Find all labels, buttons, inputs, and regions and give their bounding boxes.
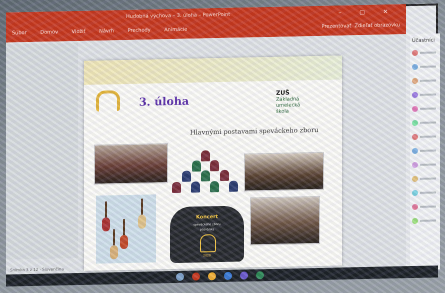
present-button[interactable]: Prezentovať bbox=[322, 23, 352, 30]
poster-title: Koncert bbox=[196, 214, 218, 221]
guitar-icon bbox=[120, 234, 128, 250]
participants-title: Účastníci bbox=[412, 37, 435, 45]
monitor: Hudobná výchova – 3. úloha – PowerPoint … bbox=[6, 3, 440, 287]
photo-of-screen: Hudobná výchova – 3. úloha – PowerPoint … bbox=[0, 0, 445, 293]
taskbar-app-icon[interactable] bbox=[224, 271, 232, 280]
tab-animations[interactable]: Animácie bbox=[164, 27, 187, 33]
school-logo: ZUŠ Základná umelecká škola bbox=[276, 90, 324, 115]
participant-avatar-icon[interactable] bbox=[412, 91, 418, 99]
slide-header-band bbox=[84, 55, 342, 85]
present-buttons: Prezentovať Zdieľať obrazovku bbox=[322, 22, 400, 30]
window-controls[interactable]: – ▢ ✕ bbox=[338, 8, 396, 16]
taskbar-app-icon[interactable] bbox=[208, 272, 216, 281]
participant-avatar-icon[interactable] bbox=[412, 175, 418, 183]
guitar-icon bbox=[138, 214, 146, 229]
participant-avatar-icon[interactable] bbox=[412, 77, 418, 85]
taskbar-app-icon[interactable] bbox=[256, 271, 264, 280]
current-slide[interactable]: 3. úloha ZUŠ Základná umelecká škola Hla… bbox=[84, 55, 342, 271]
bell-icon bbox=[96, 90, 120, 112]
participant-avatar-icon[interactable] bbox=[412, 203, 418, 211]
poster-invite: pozvánka bbox=[199, 227, 215, 232]
concert-poster: Koncert speváckeho zboru pozvánka 2020 bbox=[170, 205, 244, 264]
tab-home[interactable]: Domov bbox=[40, 29, 58, 35]
participant-avatar-icon[interactable] bbox=[412, 63, 418, 71]
participant-avatar-icon[interactable] bbox=[412, 133, 418, 141]
tab-transitions[interactable]: Prechody bbox=[128, 27, 151, 33]
participant-avatar-icon[interactable] bbox=[412, 105, 418, 113]
participant-avatar-icon[interactable] bbox=[412, 217, 418, 225]
share-screen-button[interactable]: Zdieľať obrazovku bbox=[355, 22, 400, 29]
poster-date: 2020 bbox=[203, 253, 211, 258]
ribbon-tabs: Súbor Domov Vložiť Návrh Prechody Animác… bbox=[12, 26, 199, 37]
choir-photo-2 bbox=[244, 151, 324, 192]
taskbar-app-icon[interactable] bbox=[240, 271, 248, 280]
choir-illustration bbox=[172, 150, 240, 205]
guitar-icon bbox=[110, 245, 118, 260]
tab-file[interactable]: Súbor bbox=[12, 30, 27, 36]
taskbar-app-icon[interactable] bbox=[176, 272, 184, 281]
slide-heading: 3. úloha bbox=[139, 94, 189, 109]
guitars-image bbox=[96, 194, 156, 264]
participant-avatar-icon[interactable] bbox=[412, 161, 418, 169]
participant-avatar-icon[interactable] bbox=[412, 49, 418, 57]
participant-avatar-icon[interactable] bbox=[412, 119, 418, 127]
choir-photo-3 bbox=[250, 195, 320, 246]
conductor-icon bbox=[200, 234, 216, 253]
slide-thumbnails-pane[interactable] bbox=[6, 43, 78, 260]
taskbar-app-icon[interactable] bbox=[192, 272, 200, 281]
window-title: Hudobná výchova – 3. úloha – PowerPoint bbox=[126, 11, 231, 21]
tab-insert[interactable]: Vložiť bbox=[72, 29, 86, 35]
participant-avatar-icon[interactable] bbox=[412, 147, 418, 155]
participant-avatar-icon[interactable] bbox=[412, 189, 418, 197]
slide-subheading: Hlavnými postavami speváckeho zboru bbox=[190, 125, 319, 137]
logo-line-2: Základná umelecká bbox=[276, 96, 301, 109]
guitar-icon bbox=[102, 217, 110, 232]
choir-photo-1 bbox=[94, 143, 168, 185]
logo-line-3: škola bbox=[276, 108, 289, 115]
tab-design[interactable]: Návrh bbox=[99, 28, 114, 34]
participants-panel[interactable]: Účastníci bbox=[410, 33, 440, 271]
